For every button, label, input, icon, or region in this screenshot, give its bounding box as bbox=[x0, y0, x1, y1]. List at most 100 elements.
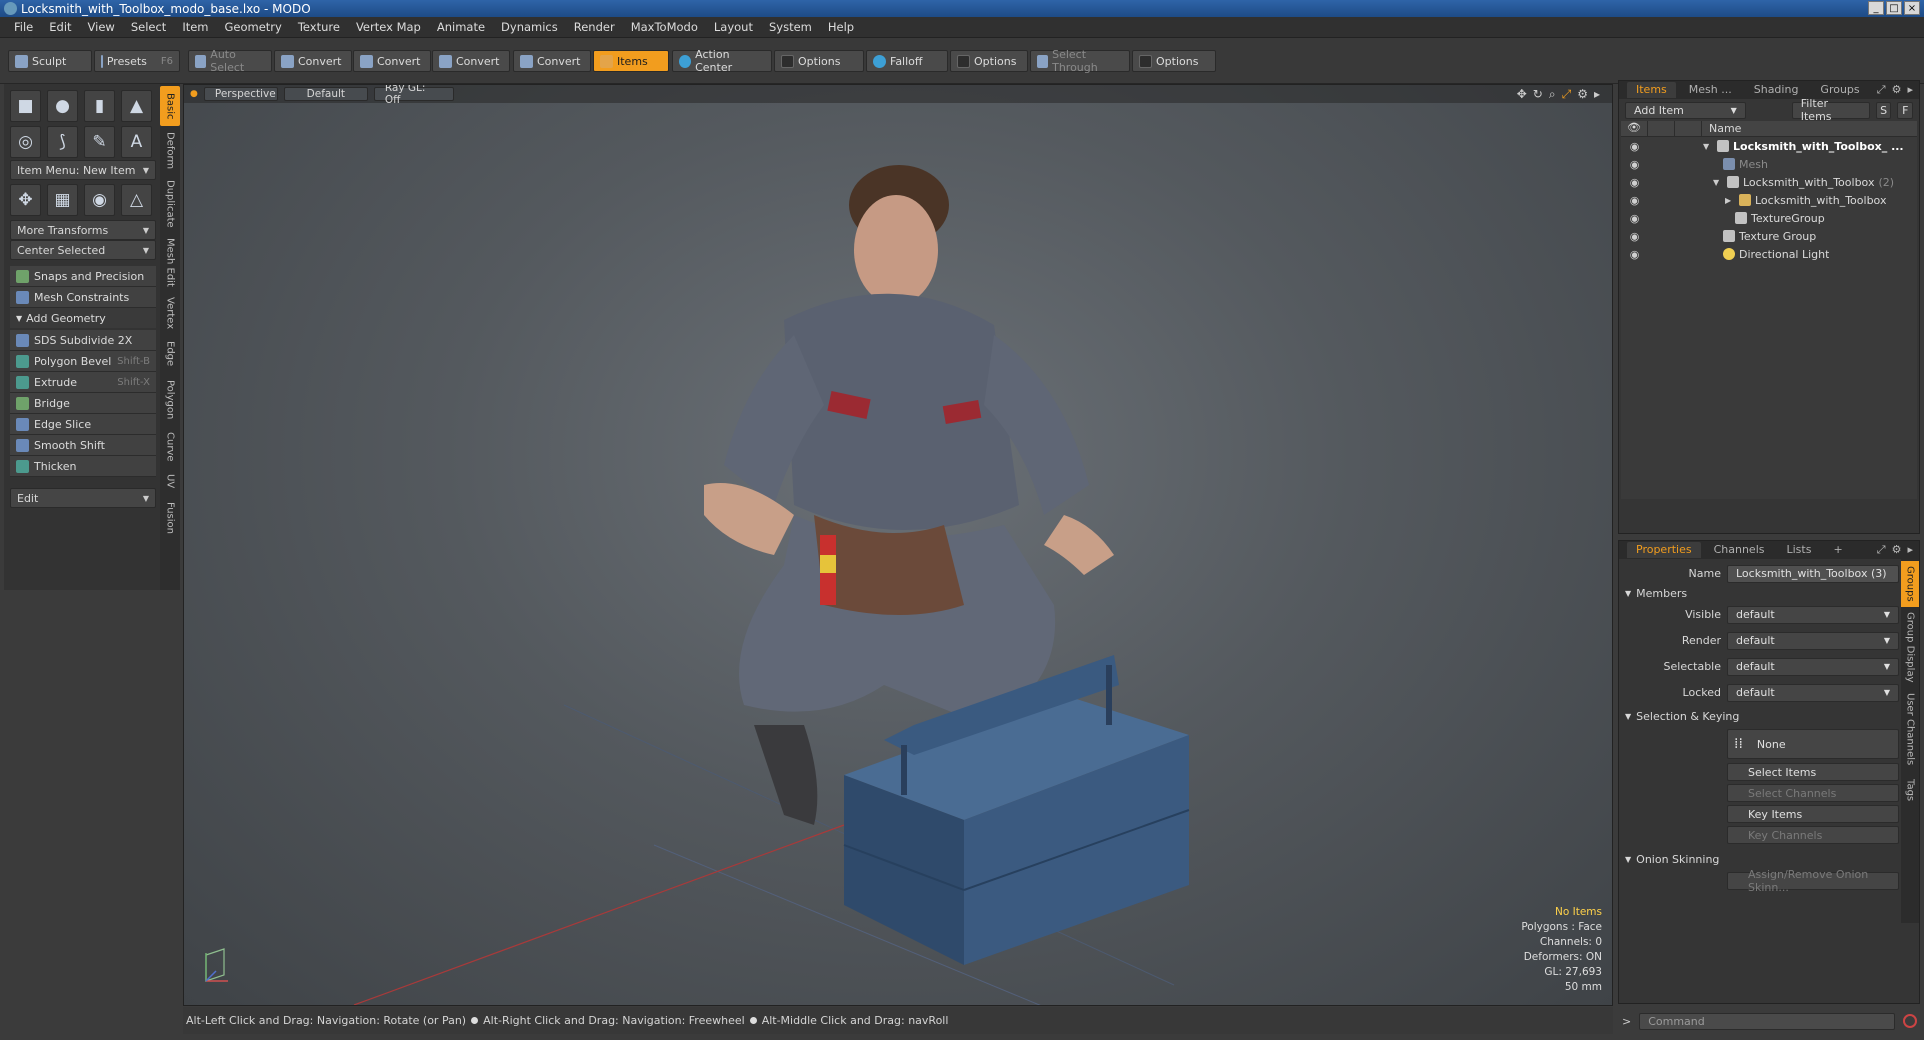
grid-icon[interactable]: ▦ bbox=[47, 184, 78, 216]
sculpt-button[interactable]: Sculpt bbox=[8, 50, 92, 72]
name-column-header[interactable]: Name bbox=[1703, 122, 1741, 135]
sds-subdivide-tool[interactable]: SDS Subdivide 2X bbox=[10, 330, 156, 351]
chevron-right-icon[interactable]: ▸ bbox=[1907, 83, 1913, 97]
menu-help[interactable]: Help bbox=[820, 20, 862, 34]
presets-button[interactable]: Presets F6 bbox=[94, 50, 180, 72]
selectable-dropdown[interactable]: default ▼ bbox=[1727, 657, 1899, 676]
tree-row[interactable]: ◉ ▼ Locksmith_with_Toolbox (2) bbox=[1621, 173, 1917, 191]
record-icon[interactable] bbox=[1903, 1014, 1918, 1028]
menu-item[interactable]: Item bbox=[174, 20, 216, 34]
triangle-right-icon[interactable]: ▶ bbox=[1725, 196, 1735, 205]
visible-dropdown[interactable]: default ▼ bbox=[1727, 605, 1899, 624]
tab-deform[interactable]: Deform bbox=[160, 128, 180, 174]
eye-icon[interactable]: ◉ bbox=[1621, 212, 1648, 225]
filter-items-button[interactable]: Filter Items bbox=[1791, 97, 1870, 123]
menu-geometry[interactable]: Geometry bbox=[217, 20, 290, 34]
tab-vertex[interactable]: Vertex bbox=[160, 292, 180, 334]
menu-file[interactable]: File bbox=[6, 20, 41, 34]
text-icon[interactable]: A bbox=[121, 126, 152, 158]
tab-shading[interactable]: Shading bbox=[1745, 82, 1808, 98]
convert-button-3[interactable]: Convert bbox=[432, 50, 510, 72]
eye-column-icon[interactable]: 👁 bbox=[1621, 120, 1648, 137]
minimize-button[interactable]: _ bbox=[1868, 1, 1884, 15]
mesh-constraints-tool[interactable]: Mesh Constraints bbox=[10, 287, 156, 308]
zoom-icon[interactable]: ⌕ bbox=[1549, 87, 1556, 102]
close-button[interactable]: × bbox=[1904, 1, 1920, 15]
bridge-tool[interactable]: Bridge bbox=[10, 393, 156, 414]
selection-keying-section[interactable]: ▼ Selection & Keying bbox=[1619, 707, 1903, 725]
convert-button-1[interactable]: Convert bbox=[274, 50, 352, 72]
tab-items[interactable]: Items bbox=[1627, 82, 1676, 98]
locked-dropdown[interactable]: default ▼ bbox=[1727, 683, 1899, 702]
extrude-tool[interactable]: Extrude Shift-X bbox=[10, 372, 156, 393]
tab-lists[interactable]: Lists bbox=[1778, 542, 1821, 558]
center-selected-dropdown[interactable]: Center Selected ▼ bbox=[10, 240, 156, 260]
edit-dropdown[interactable]: Edit ▼ bbox=[10, 488, 156, 508]
expand-icon[interactable]: ⤢ bbox=[1877, 83, 1886, 97]
key-channels-button[interactable]: Key Channels bbox=[1727, 826, 1899, 844]
tab-mesh-edit[interactable]: Mesh Edit bbox=[160, 234, 180, 290]
thicken-tool[interactable]: Thicken bbox=[10, 456, 156, 477]
tree-row[interactable]: ◉ Mesh bbox=[1621, 155, 1917, 173]
assign-onion-button[interactable]: Assign/Remove Onion Skinn... bbox=[1727, 868, 1899, 894]
select-items-button[interactable]: Select Items bbox=[1727, 763, 1899, 781]
tab-tags[interactable]: Tags bbox=[1901, 773, 1919, 807]
eye-icon[interactable]: ◉ bbox=[1621, 230, 1648, 243]
filter-s-button[interactable]: S bbox=[1875, 101, 1892, 119]
pen-icon[interactable]: ✎ bbox=[84, 126, 115, 158]
triangle-down-icon[interactable]: ▼ bbox=[1703, 142, 1713, 151]
menu-dynamics[interactable]: Dynamics bbox=[493, 20, 566, 34]
tree-row[interactable]: ◉ Directional Light bbox=[1621, 245, 1917, 263]
tab-uv[interactable]: UV bbox=[160, 468, 180, 494]
menu-render[interactable]: Render bbox=[566, 20, 623, 34]
convert-button-2[interactable]: Convert bbox=[353, 50, 431, 72]
tree-row[interactable]: ◉ TextureGroup bbox=[1621, 209, 1917, 227]
render-dropdown[interactable]: default ▼ bbox=[1727, 631, 1899, 650]
tab-polygon[interactable]: Polygon bbox=[160, 374, 180, 426]
onion-skinning-section[interactable]: ▼ Onion Skinning bbox=[1619, 850, 1903, 868]
tab-basic[interactable]: Basic bbox=[160, 86, 180, 126]
eye-icon[interactable]: ◉ bbox=[1621, 140, 1648, 153]
torus-icon[interactable]: ◎ bbox=[10, 126, 41, 158]
expand-icon[interactable]: ⤢ bbox=[1877, 543, 1886, 557]
keying-none-button[interactable]: ⁞⁞ None bbox=[1727, 729, 1899, 759]
chevron-right-icon[interactable]: ▸ bbox=[1907, 543, 1913, 557]
tree-row[interactable]: ◉ Texture Group bbox=[1621, 227, 1917, 245]
add-tab-button[interactable]: + bbox=[1824, 542, 1851, 558]
shading-style-button[interactable]: Default bbox=[283, 87, 368, 101]
tab-groups-vertical[interactable]: Groups bbox=[1901, 561, 1919, 607]
menu-layout[interactable]: Layout bbox=[706, 20, 761, 34]
add-item-dropdown[interactable]: Add Item ▼ bbox=[1625, 101, 1746, 119]
menu-texture[interactable]: Texture bbox=[290, 20, 348, 34]
members-section[interactable]: ▼ Members bbox=[1619, 584, 1903, 602]
3d-viewport[interactable]: ● Perspective Default Ray GL: Off ✥ ↻ ⌕ … bbox=[183, 84, 1613, 1006]
tab-properties[interactable]: Properties bbox=[1627, 542, 1701, 558]
triangle-down-icon[interactable]: ▼ bbox=[1713, 178, 1723, 187]
tab-groups[interactable]: Groups bbox=[1811, 82, 1868, 98]
convert-button-4[interactable]: Convert bbox=[513, 50, 591, 72]
select-channels-button[interactable]: Select Channels bbox=[1727, 784, 1899, 802]
select-through-options-button[interactable]: Options bbox=[1132, 50, 1216, 72]
eye-icon[interactable]: ◉ bbox=[1621, 176, 1648, 189]
menu-system[interactable]: System bbox=[761, 20, 820, 34]
action-center-button[interactable]: Action Center bbox=[672, 48, 772, 74]
tab-duplicate[interactable]: Duplicate bbox=[160, 176, 180, 232]
transform-icon[interactable]: ✥ bbox=[10, 184, 41, 216]
menu-animate[interactable]: Animate bbox=[429, 20, 493, 34]
tab-group-display[interactable]: Group Display bbox=[1901, 609, 1919, 685]
menu-select[interactable]: Select bbox=[123, 20, 174, 34]
select-through-button[interactable]: Select Through bbox=[1030, 48, 1130, 74]
eye-icon[interactable]: ◉ bbox=[1621, 158, 1648, 171]
viewport-menu-icon[interactable]: ● bbox=[190, 89, 198, 99]
gear-icon[interactable]: ⚙ bbox=[1892, 543, 1902, 557]
tab-mesh-ops[interactable]: Mesh ... bbox=[1680, 82, 1741, 98]
item-menu-dropdown[interactable]: Item Menu: New Item ▼ bbox=[10, 160, 156, 180]
view-type-button[interactable]: Perspective bbox=[203, 87, 278, 101]
capsule-icon[interactable]: ⟆ bbox=[47, 126, 78, 158]
add-geometry-header[interactable]: ▼ Add Geometry bbox=[10, 308, 156, 328]
auto-select-button[interactable]: Auto Select bbox=[188, 48, 272, 74]
menu-edit[interactable]: Edit bbox=[41, 20, 79, 34]
tab-user-channels[interactable]: User Channels bbox=[1901, 687, 1919, 771]
rotate-icon[interactable]: ↻ bbox=[1533, 87, 1543, 102]
edge-slice-tool[interactable]: Edge Slice bbox=[10, 414, 156, 435]
